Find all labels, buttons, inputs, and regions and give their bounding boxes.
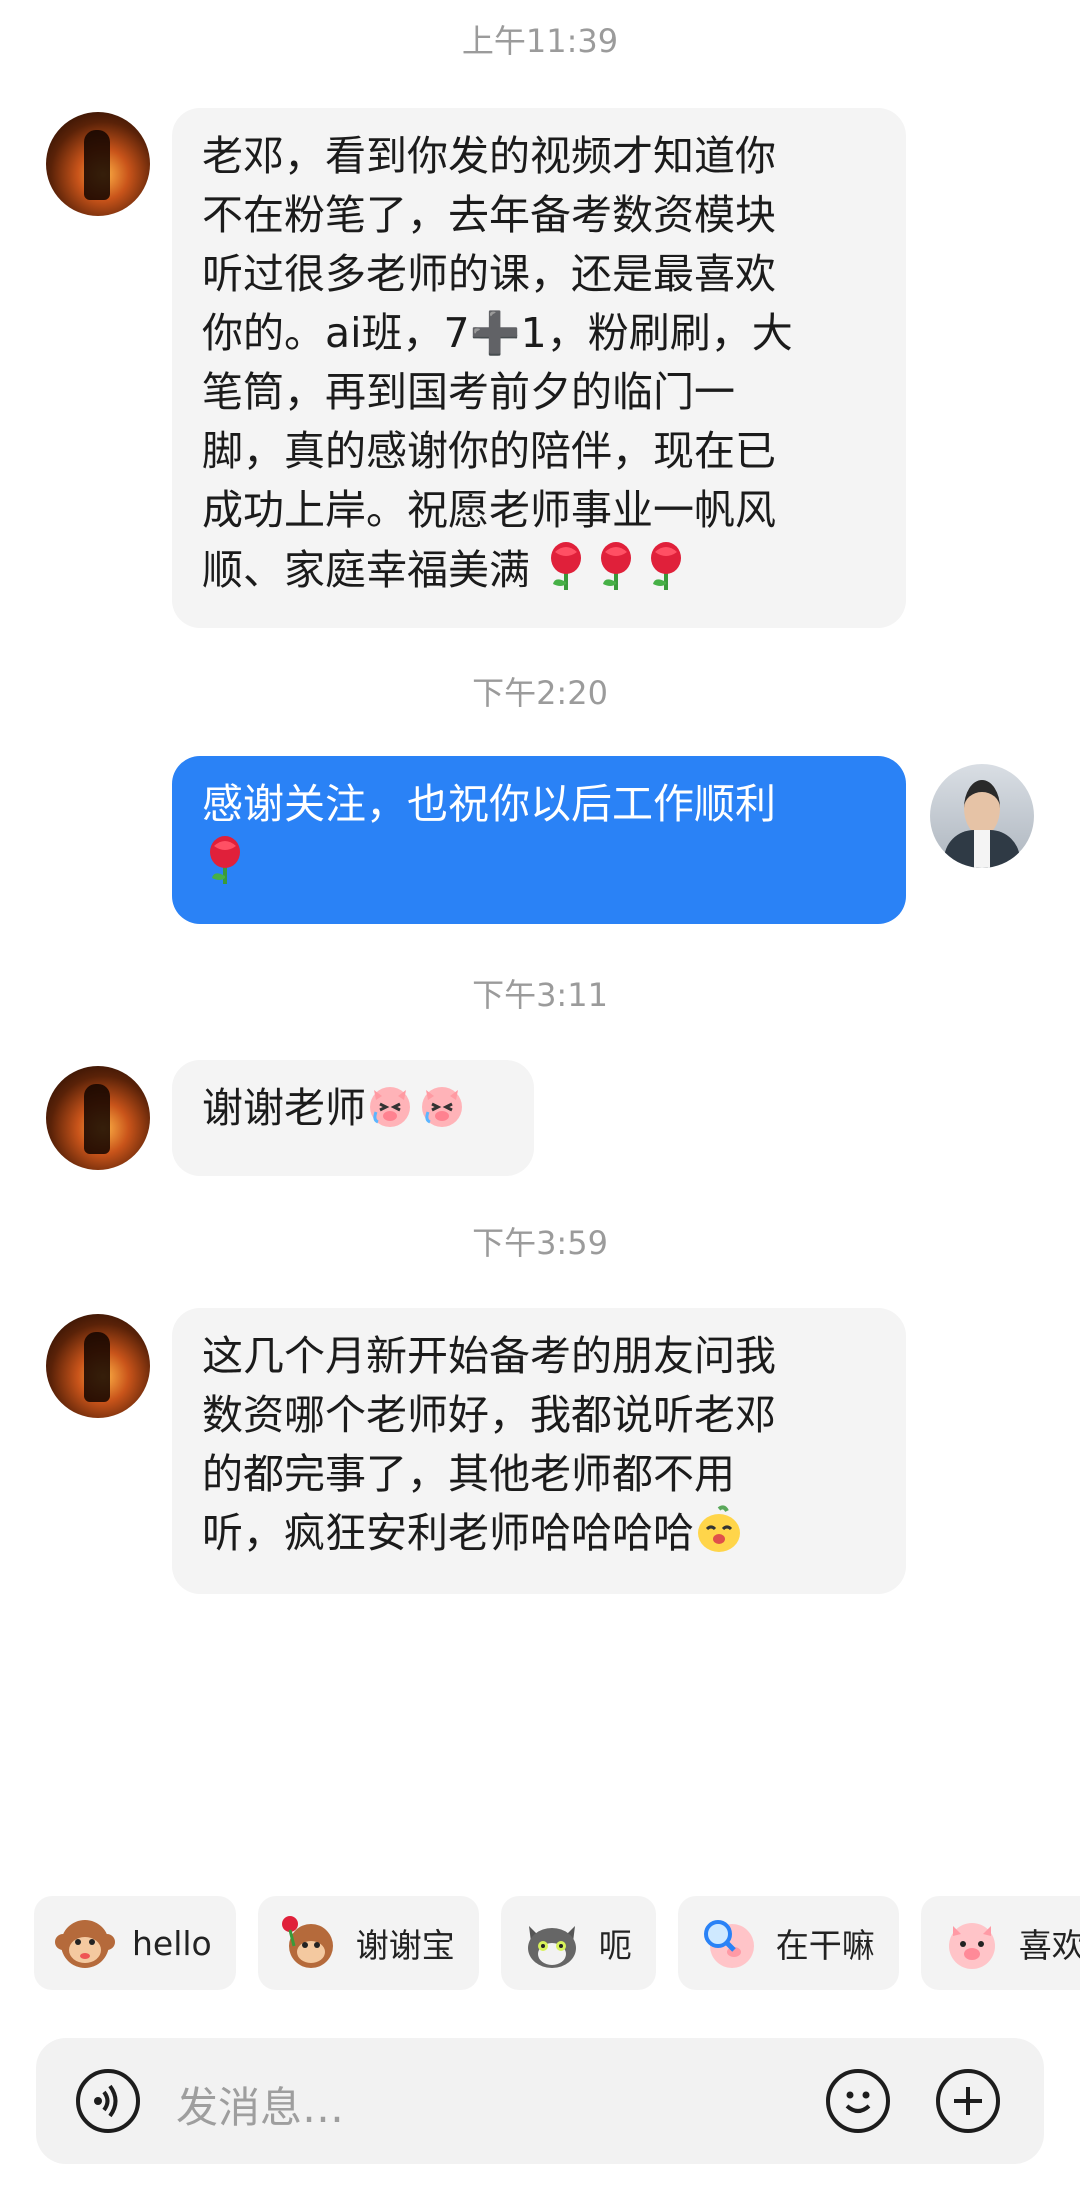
contact-avatar[interactable] xyxy=(46,1314,150,1418)
message-input[interactable]: 发消息… xyxy=(176,2074,344,2135)
monkey-sticker-icon xyxy=(54,1912,116,1974)
timestamp: 上午11:39 xyxy=(461,22,619,60)
rose-emoji-icon xyxy=(593,540,639,608)
contact-avatar[interactable] xyxy=(46,112,150,216)
my-avatar[interactable] xyxy=(930,764,1034,868)
message-line: 的都完事了，其他老师都不用 xyxy=(202,1450,735,1498)
message-line: 这几个月新开始备考的朋友问我 xyxy=(202,1332,776,1380)
quick-reply-label: 在干嘛 xyxy=(775,1926,875,1965)
message-bubble-incoming[interactable]: 这几个月新开始备考的朋友问我 数资哪个老师好，我都说听老邓 的都完事了，其他老师… xyxy=(172,1308,906,1594)
message-line: 听过很多老师的课，还是最喜欢 xyxy=(202,250,776,298)
quick-reply-chip[interactable]: 呃 xyxy=(500,1896,656,1990)
plus-icon[interactable] xyxy=(936,2069,1000,2133)
message-bubble-incoming[interactable]: 谢谢老师 xyxy=(172,1060,534,1176)
message-line: 数资哪个老师好，我都说听老邓 xyxy=(202,1391,776,1439)
monkey-rose-sticker-icon xyxy=(278,1912,340,1974)
message-line: 你的。ai班，7➕1，粉刷刷，大 xyxy=(202,309,793,357)
chat-screen: 上午11:39 老邓，看到你发的视频才知道你 不在粉笔了，去年备考数资模块 听过… xyxy=(0,0,1080,2189)
quick-reply-chip[interactable]: 在干嘛 xyxy=(677,1896,899,1990)
pig-heart-sticker-icon xyxy=(941,1912,1003,1974)
message-line: 谢谢老师 xyxy=(202,1084,366,1132)
smiling-yellow-face-icon xyxy=(694,1505,744,1571)
message-bubble-incoming[interactable]: 老邓，看到你发的视频才知道你 不在粉笔了，去年备考数资模块 听过很多老师的课，还… xyxy=(172,108,906,628)
quick-reply-label: 喜欢 xyxy=(1018,1926,1080,1965)
message-bubble-outgoing[interactable]: 感谢关注，也祝你以后工作顺利 xyxy=(172,756,906,924)
message-line: 成功上岸。祝愿老师事业一帆风 xyxy=(202,486,776,534)
timestamp: 下午2:20 xyxy=(472,674,608,712)
rose-emoji-icon xyxy=(543,540,589,608)
rose-emoji-icon xyxy=(202,834,248,902)
message-line: 笔筒，再到国考前夕的临门一 xyxy=(202,368,735,416)
voice-icon[interactable] xyxy=(76,2069,140,2133)
message-composer: 发消息… xyxy=(36,2038,1044,2164)
quick-reply-chip[interactable]: 谢谢宝 xyxy=(257,1896,479,1990)
quick-reply-chip[interactable]: 喜欢 xyxy=(920,1896,1080,1990)
timestamp: 下午3:59 xyxy=(472,1224,608,1262)
rose-emoji-icon xyxy=(643,540,689,608)
timestamp: 下午3:11 xyxy=(472,976,608,1014)
quick-reply-label: 呃 xyxy=(598,1926,632,1965)
message-line: 顺、家庭幸福美满 xyxy=(202,546,530,594)
contact-avatar[interactable] xyxy=(46,1066,150,1170)
cat-sticker-icon xyxy=(521,1912,583,1974)
message-line: 脚，真的感谢你的陪伴，现在已 xyxy=(202,427,776,475)
crying-pig-face-icon xyxy=(366,1082,414,1146)
message-line: 不在粉笔了，去年备考数资模块 xyxy=(202,191,776,239)
quick-reply-label: 谢谢宝 xyxy=(355,1926,455,1965)
crying-pig-face-icon xyxy=(418,1082,466,1146)
quick-reply-bar: hello 谢谢宝 呃 在干嘛 喜欢 xyxy=(34,1896,1080,1990)
quick-reply-label: hello xyxy=(132,1923,212,1963)
message-line: 听，疯狂安利老师哈哈哈哈 xyxy=(202,1509,694,1557)
message-line: 老邓，看到你发的视频才知道你 xyxy=(202,132,776,180)
message-line: 感谢关注，也祝你以后工作顺利 xyxy=(202,780,776,828)
quick-reply-chip[interactable]: hello xyxy=(34,1896,236,1990)
smiley-icon[interactable] xyxy=(826,2069,890,2133)
pig-magnifier-sticker-icon xyxy=(698,1912,760,1974)
